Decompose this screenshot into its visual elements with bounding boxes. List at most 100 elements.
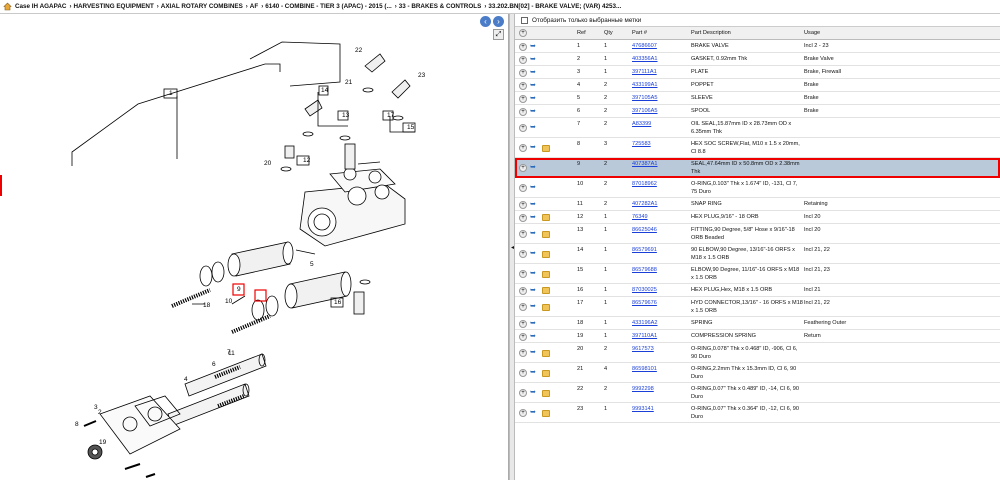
part-number-link[interactable]: 397105A5: [632, 94, 658, 102]
part-number-link[interactable]: 86579691: [632, 246, 657, 254]
table-row[interactable]: + ➥ 15 1 86579688 ELBOW,90 Degree, 11/16"-16 …: [515, 264, 1000, 284]
table-row[interactable]: + ➥ 17 1 86579676 HYD CONNECTOR,13/16" - 16 O…: [515, 297, 1000, 317]
diagram-pane[interactable]: ‹ › ⤢ 1 2 3 4 5 6 7 8 9 10 11 12 13 14 1…: [0, 14, 509, 480]
callout-19[interactable]: 19: [99, 439, 107, 446]
info-arrow-icon[interactable]: ➥: [530, 409, 538, 417]
part-number-link[interactable]: 433196A2: [632, 319, 658, 327]
add-to-cart-icon[interactable]: +: [519, 213, 527, 222]
add-to-cart-icon[interactable]: +: [519, 319, 527, 328]
col-description[interactable]: Part Description: [691, 29, 731, 37]
callout-2[interactable]: 2: [98, 409, 102, 416]
table-row[interactable]: + ➥ 21 4 86598101 O-RING,2.2mm Thk x 15.3mm I…: [515, 363, 1000, 383]
add-to-cart-icon[interactable]: +: [519, 230, 527, 238]
part-number-link[interactable]: 87018962: [632, 180, 657, 188]
kit-box-icon[interactable]: [542, 250, 550, 258]
add-to-cart-icon[interactable]: +: [519, 81, 527, 90]
callout-23[interactable]: 23: [418, 72, 426, 79]
add-to-cart-icon[interactable]: +: [519, 250, 527, 258]
table-row[interactable]: + ➥ 8 3 725583 HEX SOC SCREW,Flat, M10 x 1.5 …: [515, 138, 1000, 158]
kit-box-icon[interactable]: [542, 303, 550, 311]
col-ref[interactable]: Ref: [577, 29, 586, 37]
table-row[interactable]: + ➥ 9 2 407387A1 SEAL,47.64mm ID x 50.8mm OD …: [515, 158, 1000, 178]
table-row[interactable]: + ➥ 23 1 9993141 O-RING,0.07" Thk x 0.364" ID…: [515, 403, 1000, 423]
add-to-cart-icon[interactable]: +: [519, 107, 527, 116]
kit-box-icon[interactable]: [542, 270, 550, 278]
add-to-cart-icon[interactable]: +: [519, 389, 527, 397]
breadcrumb-item[interactable]: 33.202.BN[02] - BRAKE VALVE; (VAR) 4253.…: [488, 3, 621, 10]
table-row[interactable]: + ➥ 11 2 407282A1 SNAP RING Retaining: [515, 198, 1000, 211]
callout-16[interactable]: 16: [334, 299, 342, 306]
kit-box-icon[interactable]: [542, 349, 550, 357]
table-row[interactable]: + ➥ 14 1 86579691 90 ELBOW,90 Degree, 13/16"-…: [515, 244, 1000, 264]
callout-17[interactable]: 17: [387, 112, 395, 119]
add-to-cart-icon[interactable]: +: [519, 94, 527, 103]
part-number-link[interactable]: 86579676: [632, 299, 657, 307]
callout-10[interactable]: 10: [225, 298, 233, 305]
table-row[interactable]: + ➥ 19 1 397110A1 COMPRESSION SPRING Return: [515, 330, 1000, 343]
callout-5[interactable]: 5: [310, 261, 314, 268]
table-row[interactable]: + ➥ 16 1 87030025 HEX PLUG,Hex, M18 x 1.5 ORB…: [515, 284, 1000, 297]
add-to-cart-icon[interactable]: +: [519, 68, 527, 77]
info-arrow-icon[interactable]: ➥: [530, 287, 538, 295]
part-number-link[interactable]: 9992298: [632, 385, 654, 393]
info-arrow-icon[interactable]: ➥: [530, 320, 538, 328]
table-row[interactable]: + ➥ 4 2 433199A1 POPPET Brake: [515, 79, 1000, 92]
add-to-cart-icon[interactable]: +: [519, 144, 527, 152]
callout-20[interactable]: 20: [264, 160, 272, 167]
add-to-cart-icon[interactable]: +: [519, 164, 527, 172]
info-arrow-icon[interactable]: ➥: [530, 43, 538, 51]
part-number-link[interactable]: 76349: [632, 213, 648, 221]
info-arrow-icon[interactable]: ➥: [530, 303, 538, 311]
info-arrow-icon[interactable]: ➥: [530, 82, 538, 90]
info-arrow-icon[interactable]: ➥: [530, 333, 538, 341]
callout-13[interactable]: 13: [342, 112, 350, 119]
table-row[interactable]: + ➥ 2 1 403356A1 GASKET, 0.92mm Thk Brake Valv…: [515, 53, 1000, 66]
add-to-cart-icon[interactable]: +: [519, 270, 527, 278]
info-arrow-icon[interactable]: ➥: [530, 184, 538, 192]
add-to-cart-icon[interactable]: +: [519, 200, 527, 209]
table-row[interactable]: + ➥ 1 1 47686607 BRAKE VALVE Incl 2 - 23: [515, 40, 1000, 53]
callout-3[interactable]: 3: [94, 404, 98, 411]
add-to-cart-icon[interactable]: +: [519, 286, 527, 295]
table-row[interactable]: + ➥ 12 1 76349 HEX PLUG,9/16" - 18 ORB Incl 20: [515, 211, 1000, 224]
info-arrow-icon[interactable]: ➥: [530, 270, 538, 278]
exploded-parts-diagram[interactable]: 1234567891011121314151617181920212223: [0, 14, 505, 480]
kit-box-icon[interactable]: [542, 144, 550, 152]
part-number-link[interactable]: 407387A1: [632, 160, 658, 168]
part-number-link[interactable]: 86598101: [632, 365, 657, 373]
add-to-cart-icon[interactable]: +: [519, 55, 527, 64]
add-to-cart-icon[interactable]: +: [519, 184, 527, 192]
add-to-cart-icon[interactable]: +: [519, 369, 527, 377]
table-row[interactable]: + ➥ 5 2 397105A5 SLEEVE Brake: [515, 92, 1000, 105]
callout-6[interactable]: 6: [212, 361, 216, 368]
table-row[interactable]: + ➥ 18 1 433196A2 SPRING Feathering Outer: [515, 317, 1000, 330]
add-to-cart-icon[interactable]: +: [519, 349, 527, 357]
add-to-cart-icon[interactable]: +: [519, 124, 527, 132]
breadcrumb-item[interactable]: AF: [250, 3, 258, 10]
callout-4[interactable]: 4: [184, 376, 188, 383]
callout-9[interactable]: 9: [237, 286, 241, 293]
breadcrumb-item[interactable]: HARVESTING EQUIPMENT: [73, 3, 153, 10]
info-arrow-icon[interactable]: ➥: [530, 164, 538, 172]
callout-12[interactable]: 12: [303, 157, 311, 164]
callout-15[interactable]: 15: [407, 124, 415, 131]
callout-21[interactable]: 21: [345, 79, 353, 86]
info-arrow-icon[interactable]: ➥: [530, 389, 538, 397]
part-number-link[interactable]: 9617573: [632, 345, 654, 353]
callout-18[interactable]: 18: [203, 302, 211, 309]
table-row[interactable]: + ➥ 20 2 9617573 O-RING,0.078" Thk x 0.468" I…: [515, 343, 1000, 363]
breadcrumb-item[interactable]: 33 - BRAKES & CONTROLS: [399, 3, 482, 10]
callout-22[interactable]: 22: [355, 47, 363, 54]
col-qty[interactable]: Qty: [604, 29, 613, 37]
home-icon[interactable]: [3, 2, 12, 11]
part-number-link[interactable]: 397110A1: [632, 332, 657, 340]
info-arrow-icon[interactable]: ➥: [530, 108, 538, 116]
add-to-cart-icon[interactable]: +: [519, 409, 527, 417]
add-to-cart-icon[interactable]: +: [519, 303, 527, 311]
kit-box-icon[interactable]: [542, 369, 550, 377]
kit-box-icon[interactable]: [542, 214, 550, 221]
table-row[interactable]: + ➥ 6 2 397106A5 SPOOL Brake: [515, 105, 1000, 118]
table-row[interactable]: + ➥ 10 2 87018962 O-RING,0.103" Thk x 1.674" …: [515, 178, 1000, 198]
table-row[interactable]: + ➥ 3 1 397111A1 PLATE Brake, Firewall: [515, 66, 1000, 79]
part-number-link[interactable]: 9993141: [632, 405, 654, 413]
